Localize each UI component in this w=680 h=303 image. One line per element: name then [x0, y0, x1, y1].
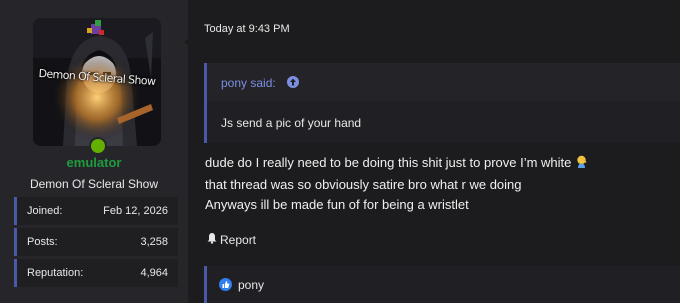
post-timestamp[interactable]: Today at 9:43 PM: [204, 23, 290, 35]
stat-label: Posts:: [27, 236, 58, 248]
stat-value: Feb 12, 2026: [103, 205, 168, 217]
bell-icon: [206, 232, 218, 247]
username[interactable]: emulator: [0, 155, 188, 170]
message-line: that thread was so obviously satire bro …: [205, 177, 522, 192]
message-line: Anyways ill be made fun of for being a w…: [205, 197, 469, 212]
stat-reputation: Reputation: 4,964: [14, 259, 178, 287]
user-title: Demon Of Scleral Show: [29, 177, 159, 191]
report-link[interactable]: Report: [206, 232, 256, 247]
quote-block: pony said: Js send a pic of your hand: [204, 63, 680, 143]
panel-pointer: [184, 34, 193, 50]
stat-joined: Joined: Feb 12, 2026: [14, 197, 178, 225]
reaction-user-link[interactable]: pony: [238, 278, 264, 292]
stat-value: 3,258: [140, 236, 168, 248]
online-status-indicator: [89, 137, 107, 155]
stat-label: Reputation:: [27, 267, 84, 279]
quote-author-link[interactable]: pony said:: [221, 76, 276, 90]
stat-posts: Posts: 3,258: [14, 228, 178, 256]
stat-label: Joined:: [27, 205, 63, 217]
avatar[interactable]: Demon Of Scleral Show: [33, 18, 161, 146]
message-line: dude do I really need to be doing this s…: [205, 154, 589, 170]
user-panel: Demon Of Scleral Show emulator Demon Of …: [0, 0, 188, 303]
reactions-bar: pony: [204, 266, 680, 303]
person-facepalming-emoji: [574, 154, 589, 169]
quote-header: pony said:: [207, 63, 680, 101]
stat-value: 4,964: [140, 267, 168, 279]
arrow-up-circle-icon[interactable]: [287, 76, 299, 88]
like-icon[interactable]: [219, 278, 232, 291]
quote-text: Js send a pic of your hand: [221, 116, 362, 130]
message-line-text: dude do I really need to be doing this s…: [205, 155, 572, 170]
report-label: Report: [220, 232, 257, 247]
